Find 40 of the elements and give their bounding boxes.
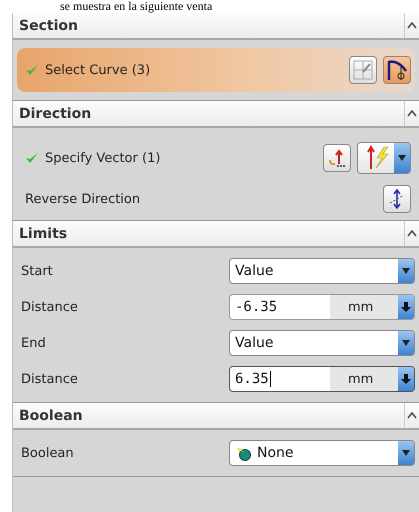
reverse-direction-button[interactable] xyxy=(383,185,411,213)
selection-row[interactable]: Select Curve (3) xyxy=(17,48,415,92)
dropdown[interactable]: None xyxy=(229,440,415,466)
row-label: Distance xyxy=(20,372,79,386)
curve-button[interactable] xyxy=(383,56,411,84)
selection-row[interactable]: Specify Vector (1) xyxy=(17,136,415,180)
collapse-icon[interactable] xyxy=(404,13,419,38)
distance-field[interactable]: 6.35 mm xyxy=(229,366,415,392)
section-header[interactable]: Direction xyxy=(13,101,419,128)
boolean-none-icon xyxy=(235,445,253,461)
row-label: Start xyxy=(20,264,54,278)
row-label: Reverse Direction xyxy=(25,192,140,206)
caret-icon xyxy=(397,154,407,162)
section-header[interactable]: Limits xyxy=(13,221,419,248)
caret-icon xyxy=(401,267,411,275)
dropdown[interactable]: Value xyxy=(229,330,415,356)
document-text: se muestra en la siguiente venta xyxy=(59,0,212,13)
row-label: Boolean xyxy=(20,446,75,460)
row-label: Select Curve (3) xyxy=(45,62,150,78)
sketch-button[interactable] xyxy=(349,56,377,84)
section-header[interactable]: Boolean xyxy=(13,403,419,430)
down-arrow-icon xyxy=(401,302,411,312)
dropdown[interactable]: Value xyxy=(229,258,415,284)
collapse-icon[interactable] xyxy=(404,221,419,246)
row-label: Distance xyxy=(20,300,79,314)
reverse-direction-icon xyxy=(388,189,406,209)
distance-field[interactable]: -6.35 mm xyxy=(229,294,415,320)
vector-dialog-button[interactable] xyxy=(323,144,351,172)
sketch-icon xyxy=(353,60,373,80)
vector-dialog-icon xyxy=(327,148,347,168)
section-header[interactable]: Section xyxy=(13,13,419,40)
row-label: End xyxy=(20,336,47,350)
caret-icon xyxy=(401,339,411,347)
down-arrow-icon xyxy=(401,374,411,384)
curve-icon xyxy=(386,59,408,81)
collapse-icon[interactable] xyxy=(404,403,419,428)
caret-icon xyxy=(401,449,411,457)
collapse-icon[interactable] xyxy=(404,101,419,126)
vector-type-dropdown[interactable] xyxy=(357,142,411,174)
row-label: Specify Vector (1) xyxy=(45,150,160,166)
